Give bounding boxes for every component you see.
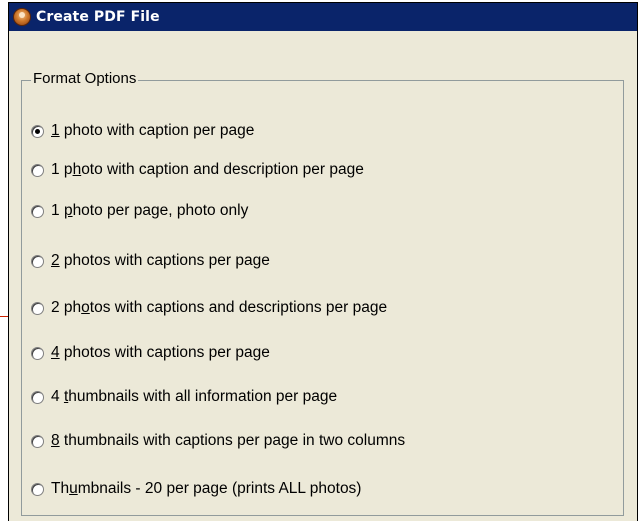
radio-option-label: Thumbnails - 20 per page (prints ALL pho… [51,480,362,497]
radio-button[interactable] [31,204,44,218]
radio-button[interactable] [31,254,44,268]
screen: Create PDF File Format Options 1 photo w… [0,0,644,523]
radio-option-8-thumbnails-two-columns[interactable]: 8 thumbnails with captions per page in t… [31,430,405,452]
radio-option-label: 1 photo with caption and description per… [51,161,364,178]
radio-button[interactable] [31,434,44,448]
radio-option-1-photo-only[interactable]: 1 photo per page, photo only [31,200,248,222]
radio-option-thumbnails-20-per-page[interactable]: Thumbnails - 20 per page (prints ALL pho… [31,478,361,500]
title-bar[interactable]: Create PDF File [9,3,637,31]
radio-option-label: 8 thumbnails with captions per page in t… [51,432,406,449]
radio-option-label: 2 photos with captions and descriptions … [51,299,388,316]
radio-button[interactable] [31,482,44,496]
radio-option-1-photo-caption[interactable]: 1 photo with caption per page [31,120,254,142]
radio-option-2-photos-captions[interactable]: 2 photos with captions per page [31,250,270,272]
radio-option-1-photo-caption-description[interactable]: 1 photo with caption and description per… [31,159,364,181]
radio-button[interactable] [31,124,44,138]
radio-option-4-photos-captions[interactable]: 4 photos with captions per page [31,342,270,364]
radio-option-2-photos-captions-descriptions[interactable]: 2 photos with captions and descriptions … [31,297,387,319]
radio-button[interactable] [31,390,44,404]
radio-option-label: 1 photo per page, photo only [51,202,249,219]
radio-option-label: 1 photo with caption per page [51,122,255,139]
radio-button[interactable] [31,346,44,360]
radio-button[interactable] [31,163,44,177]
radio-option-label: 4 photos with captions per page [51,344,270,361]
app-icon [13,8,31,26]
radio-option-4-thumbnails-all-info[interactable]: 4 thumbnails with all information per pa… [31,386,337,408]
format-options-legend: Format Options [31,70,139,88]
radio-button[interactable] [31,301,44,315]
radio-option-label: 2 photos with captions per page [51,252,270,269]
window-title: Create PDF File [36,9,160,25]
radio-option-label: 4 thumbnails with all information per pa… [51,388,338,405]
